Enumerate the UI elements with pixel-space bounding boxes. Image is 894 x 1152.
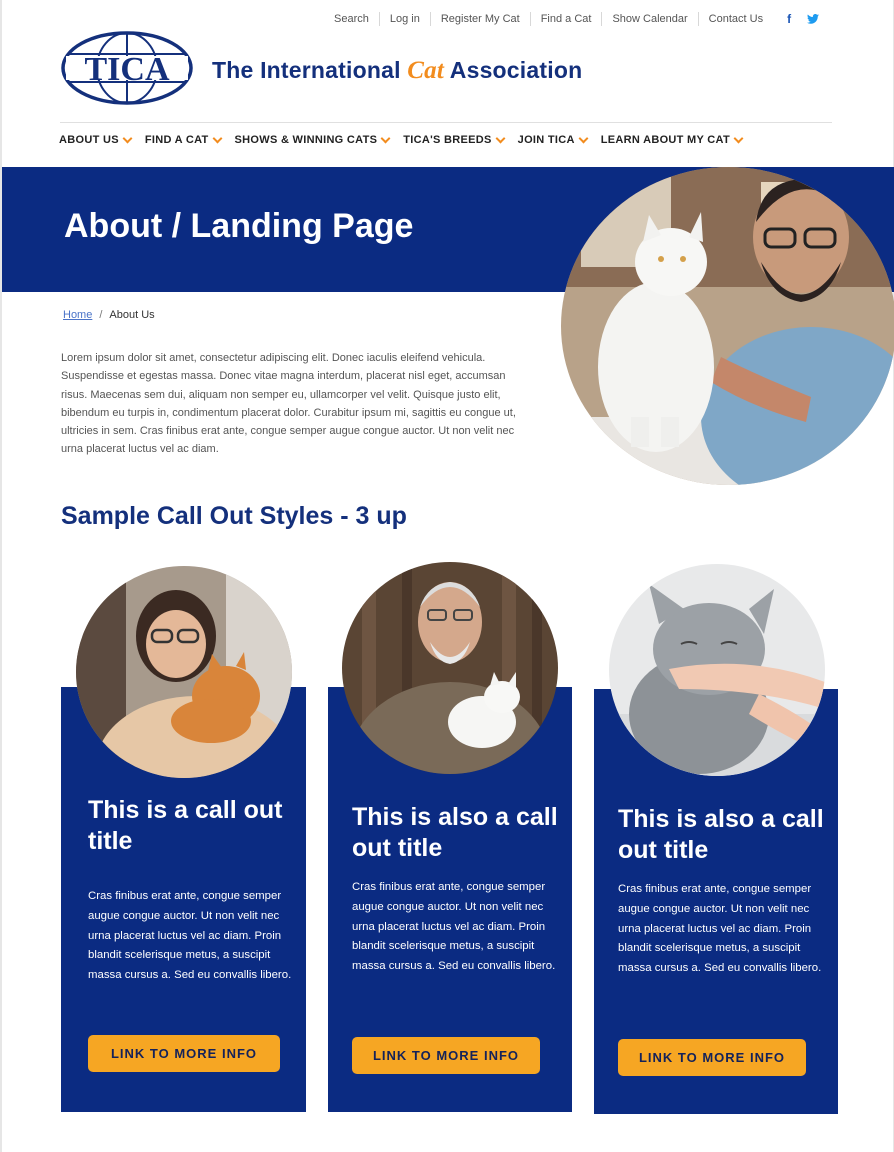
breadcrumb: Home / About Us [63,309,155,321]
brand-after: Association [444,57,583,83]
breadcrumb-current: About Us [109,309,155,321]
nav-label: FIND A CAT [144,134,209,146]
utility-link-register[interactable]: Register My Cat [431,12,531,26]
utility-link-find-cat[interactable]: Find a Cat [531,12,603,26]
header-divider [60,122,832,123]
chevron-down-icon [380,133,391,143]
nav-label: ABOUT US [59,134,119,146]
hero-photo-man-with-cat [561,167,894,485]
nav-item-learn[interactable]: LEARN ABOUT MY CAT [600,133,744,146]
utility-link-show-calendar[interactable]: Show Calendar [602,12,699,26]
card-3-title: This is also a call out title [618,805,824,864]
card-1-body: Cras finibus erat ante, congue semper au… [88,890,292,982]
page-title: About / Landing Page [64,207,414,245]
card-1-more-info-button[interactable]: LINK TO MORE INFO [88,1035,280,1072]
card-photo-girl-with-cat [76,566,292,778]
card-2-body: Cras finibus erat ante, congue semper au… [352,881,556,973]
main-nav: ABOUT US FIND A CAT SHOWS & WINNING CATS… [59,133,756,146]
chevron-down-icon [733,133,744,143]
card-photo-man-with-cat [342,562,558,774]
section-title: Sample Call Out Styles - 3 up [61,502,407,530]
card-3-body: Cras finibus erat ante, congue semper au… [618,883,822,975]
card-2-more-info-button[interactable]: LINK TO MORE INFO [352,1037,540,1074]
nav-item-shows[interactable]: SHOWS & WINNING CATS [234,133,391,146]
chevron-down-icon [495,133,506,143]
brand-cat-word: Cat [407,57,445,84]
card-1-title: This is a call out title [88,796,283,855]
breadcrumb-home-link[interactable]: Home [63,309,92,321]
facebook-icon[interactable]: f [781,12,797,26]
nav-item-about-us[interactable]: ABOUT US [59,133,133,146]
twitter-icon[interactable] [807,14,823,24]
nav-label: LEARN ABOUT MY CAT [600,134,730,146]
utility-link-search[interactable]: Search [328,12,380,26]
nav-label: SHOWS & WINNING CATS [234,134,378,146]
brand-before: The International [212,57,408,83]
nav-item-join[interactable]: JOIN TICA [517,133,589,146]
breadcrumb-separator: / [99,309,103,321]
nav-item-breeds[interactable]: TICA'S BREEDS [403,133,506,146]
tica-logo[interactable]: TICA [60,30,194,106]
utility-nav: Search Log in Register My Cat Find a Cat… [328,12,823,26]
card-2-title: This is also a call out title [352,803,558,862]
nav-item-find-a-cat[interactable]: FIND A CAT [144,133,222,146]
brand-name: The International Cat Association [212,57,582,85]
card-photo-grey-cat-with-hand [609,564,825,776]
chevron-down-icon [122,133,133,143]
chevron-down-icon [578,133,589,143]
logo-text: TICA [84,51,169,88]
chevron-down-icon [212,133,222,143]
nav-label: TICA'S BREEDS [403,134,492,146]
card-3-more-info-button[interactable]: LINK TO MORE INFO [618,1039,806,1076]
utility-link-contact[interactable]: Contact Us [699,12,773,26]
nav-label: JOIN TICA [517,134,575,146]
intro-paragraph: Lorem ipsum dolor sit amet, consectetur … [61,352,516,456]
utility-link-login[interactable]: Log in [380,12,431,26]
